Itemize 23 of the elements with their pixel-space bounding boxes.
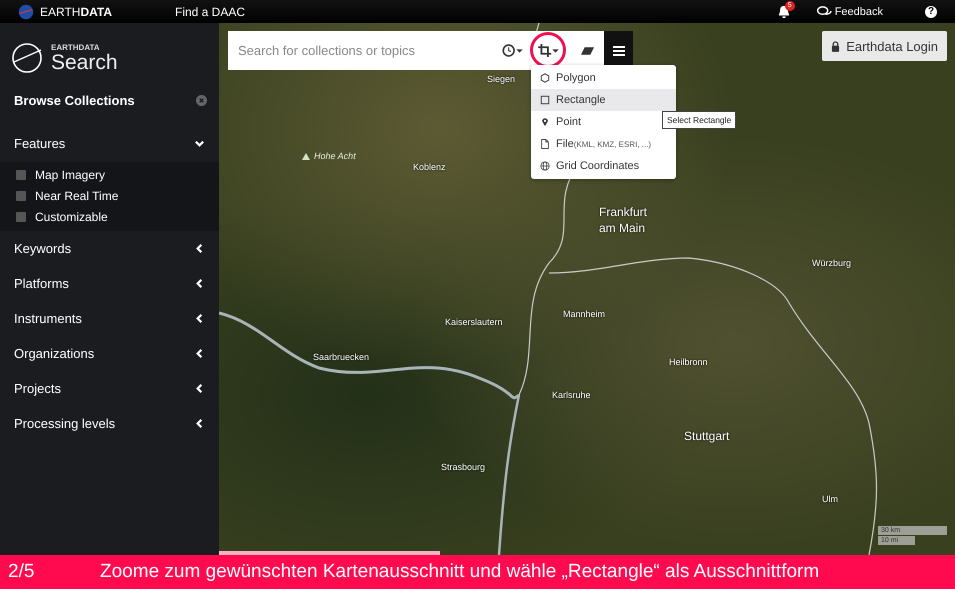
map-place-label: Hohe Acht [313,150,357,163]
instruction-text: Zoome zum gewünschten Kartenausschnitt und wähle „Rectangle“ als Ausschnittform [100,561,820,583]
brand-name: EARTHDATA [40,4,112,18]
checkbox-label: Customizable [35,210,108,224]
logo-subtitle: EARTHDATA [51,44,101,52]
map-place-label: Siegen [487,74,516,84]
map-place-label: Kaiserslautern [445,317,503,327]
step-counter: 2/5 [7,561,36,583]
map-place-label: Stuttgart [684,428,730,444]
map-place-label: Koblenz [413,162,446,172]
map-place-label: Strasbourg [441,462,486,472]
map-place-label: Saarbruecken [313,352,370,362]
checkbox-label: Near Real Time [35,188,118,202]
map-place-label: Karlsruhe [552,390,591,400]
tooltip: Select Rectangle [662,111,736,129]
logo-title: Search [51,52,118,72]
map-place-label: Mannheim [563,309,606,319]
map-place-label: Würzburg [812,258,852,268]
map-place-label: Frankfurt am Main [599,204,648,236]
map-place-label: Ulm [822,494,838,504]
map-place-label: Heilbronn [669,357,708,367]
sidebar-heading: Browse Collections [14,93,135,108]
checkbox-label: Map Imagery [35,168,106,182]
